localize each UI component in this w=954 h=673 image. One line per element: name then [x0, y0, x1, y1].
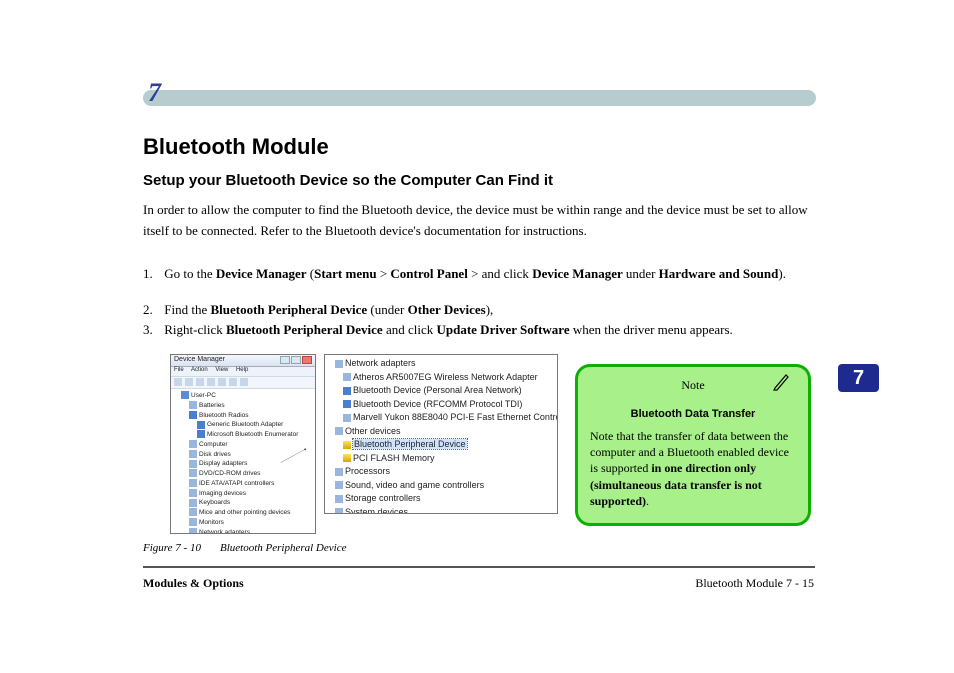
tree-item[interactable]: PCI FLASH Memory: [329, 452, 553, 466]
device-icon: [189, 450, 197, 458]
step-1: 1. Go to the Device Manager (Start menu …: [143, 264, 813, 285]
nic-icon: [343, 414, 351, 422]
note-body: Note that the transfer of data between t…: [590, 428, 796, 509]
tool-icon[interactable]: [185, 378, 193, 386]
step-2: 2. Find the Bluetooth Peripheral Device …: [143, 300, 813, 321]
figure-caption: Bluetooth Peripheral Device: [220, 542, 346, 554]
toolbar: [171, 377, 315, 389]
warning-icon: [343, 441, 351, 449]
tree-item[interactable]: Disk drives: [175, 450, 311, 460]
window-titlebar: Device Manager: [171, 355, 315, 367]
tool-icon[interactable]: [229, 378, 237, 386]
tree-item[interactable]: Processors: [329, 465, 553, 479]
device-icon: [189, 460, 197, 468]
bluetooth-icon: [343, 387, 351, 395]
menu-view[interactable]: View: [215, 367, 228, 373]
tree-item-selected[interactable]: Bluetooth Peripheral Device: [329, 438, 553, 452]
tree-item[interactable]: Generic Bluetooth Adapter: [175, 420, 311, 430]
tree-item[interactable]: Mice and other pointing devices: [175, 508, 311, 518]
tree-root[interactable]: User-PC: [175, 391, 311, 401]
tree-item[interactable]: Sound, video and game controllers: [329, 479, 553, 493]
chapter-number: 7: [148, 78, 161, 108]
tree-item[interactable]: Keyboards: [175, 498, 311, 508]
device-icon: [189, 440, 197, 448]
figure-label: Figure 7 - 10: [143, 542, 201, 554]
tree-item[interactable]: Batteries: [175, 401, 311, 411]
tool-icon[interactable]: [240, 378, 248, 386]
system-icon: [335, 508, 343, 514]
footer-left: Modules & Options: [143, 576, 244, 591]
tree-item[interactable]: Marvell Yukon 88E8040 PCI-E Fast Etherne…: [329, 411, 553, 425]
computer-icon: [181, 391, 189, 399]
tool-icon[interactable]: [196, 378, 204, 386]
maximize-button[interactable]: [291, 356, 301, 364]
minimize-button[interactable]: [280, 356, 290, 364]
chapter-tab: 7: [838, 364, 879, 392]
device-icon: [189, 401, 197, 409]
footer-right: Bluetooth Module 7 - 15: [695, 576, 814, 591]
step-number: 1.: [143, 264, 161, 285]
device-icon: [189, 469, 197, 477]
note-label: Note: [590, 377, 796, 393]
device-manager-screenshot-zoom: Network adapters Atheros AR5007EG Wirele…: [324, 354, 558, 514]
sound-icon: [335, 481, 343, 489]
tree-item[interactable]: Imaging devices: [175, 489, 311, 499]
tree-item[interactable]: Network adapters: [329, 357, 553, 371]
device-icon: [189, 489, 197, 497]
bluetooth-icon: [197, 430, 205, 438]
tree-item[interactable]: DVD/CD-ROM drives: [175, 469, 311, 479]
other-icon: [335, 427, 343, 435]
device-icon: [189, 528, 197, 534]
menubar: File Action View Help: [171, 367, 315, 377]
tree-item[interactable]: Display adapters: [175, 459, 311, 469]
device-icon: [189, 479, 197, 487]
tree-item[interactable]: Monitors: [175, 518, 311, 528]
device-icon: [189, 508, 197, 516]
tree-item[interactable]: IDE ATA/ATAPI controllers: [175, 479, 311, 489]
section-heading: Setup your Bluetooth Device so the Compu…: [143, 172, 553, 189]
network-icon: [335, 360, 343, 368]
note-box: Note Bluetooth Data Transfer Note that t…: [575, 364, 811, 526]
footer-divider: [143, 566, 815, 568]
device-icon: [189, 499, 197, 507]
step-3: 3. Right-click Bluetooth Peripheral Devi…: [143, 320, 813, 341]
note-heading: Bluetooth Data Transfer: [590, 407, 796, 422]
tool-icon[interactable]: [207, 378, 215, 386]
note-icon: [772, 371, 792, 391]
tree-item[interactable]: Other devices: [329, 425, 553, 439]
warning-icon: [343, 454, 351, 462]
tree-item[interactable]: Bluetooth Device (Personal Area Network): [329, 384, 553, 398]
nic-icon: [343, 373, 351, 381]
device-tree: User-PC Batteries Bluetooth Radios Gener…: [171, 389, 315, 534]
tree-item[interactable]: Bluetooth Device (RFCOMM Protocol TDI): [329, 398, 553, 412]
device-icon: [189, 518, 197, 526]
close-button[interactable]: [302, 356, 312, 364]
tool-icon[interactable]: [174, 378, 182, 386]
header-divider: [143, 90, 816, 106]
storage-icon: [335, 495, 343, 503]
tree-item[interactable]: Bluetooth Radios: [175, 411, 311, 421]
page-title: Bluetooth Module: [143, 134, 329, 160]
bluetooth-icon: [197, 421, 205, 429]
step-number: 3.: [143, 320, 161, 341]
step-number: 2.: [143, 300, 161, 321]
bluetooth-icon: [343, 400, 351, 408]
tree-item[interactable]: System devices: [329, 506, 553, 515]
tree-item[interactable]: Storage controllers: [329, 492, 553, 506]
menu-action[interactable]: Action: [191, 367, 208, 373]
tree-item[interactable]: Microsoft Bluetooth Enumerator: [175, 430, 311, 440]
device-tree-zoom: Network adapters Atheros AR5007EG Wirele…: [325, 355, 557, 513]
intro-paragraph: In order to allow the computer to find t…: [143, 200, 813, 242]
tree-item[interactable]: Atheros AR5007EG Wireless Network Adapte…: [329, 371, 553, 385]
window-title: Device Manager: [174, 356, 225, 363]
menu-help[interactable]: Help: [236, 367, 248, 373]
tool-icon[interactable]: [218, 378, 226, 386]
cpu-icon: [335, 468, 343, 476]
device-manager-screenshot-left: Device Manager File Action View Help Use…: [170, 354, 316, 534]
tree-item[interactable]: Computer: [175, 440, 311, 450]
menu-file[interactable]: File: [174, 367, 184, 373]
bluetooth-icon: [189, 411, 197, 419]
tree-item[interactable]: Network adapters: [175, 528, 311, 535]
